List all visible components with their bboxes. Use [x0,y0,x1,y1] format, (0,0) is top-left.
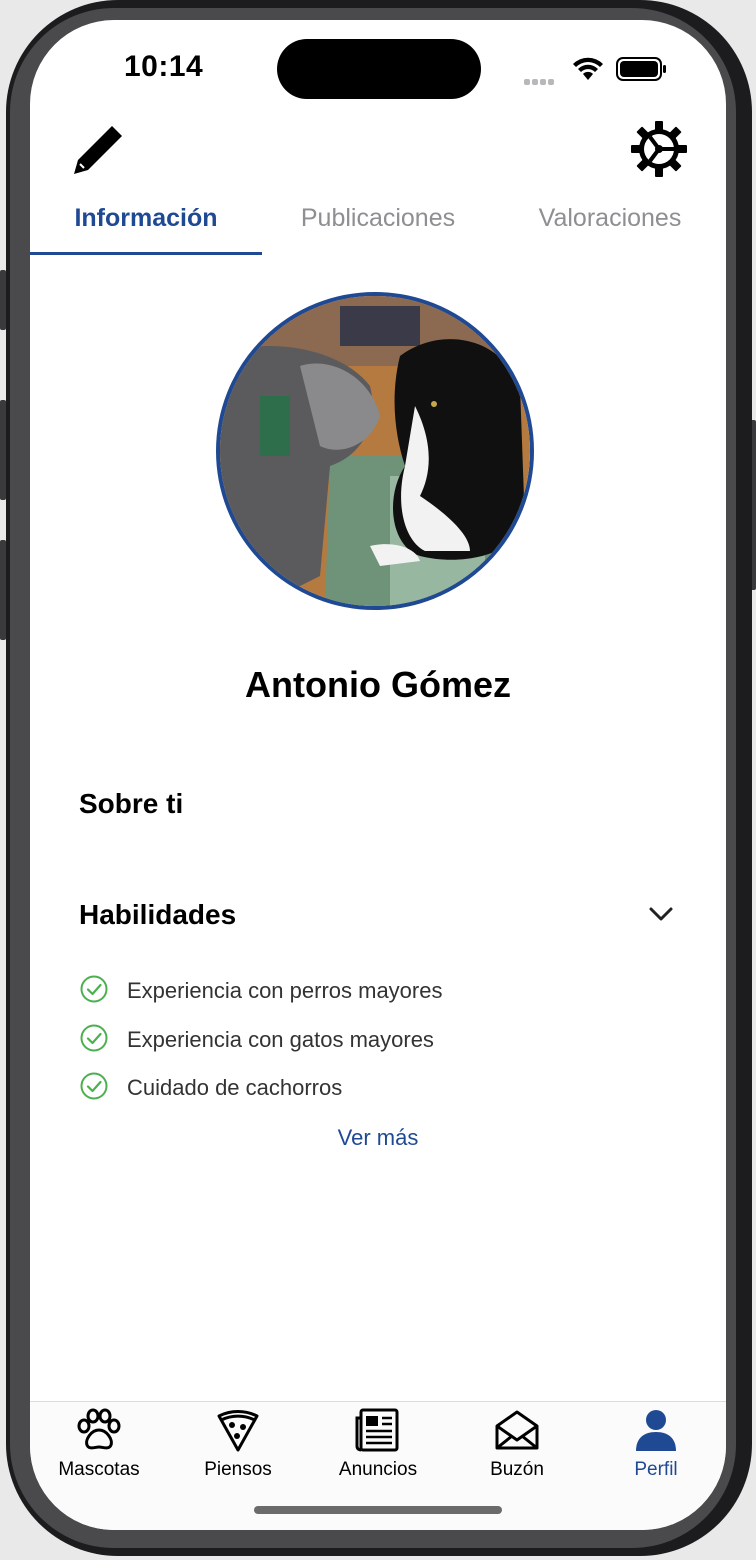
cellular-signal-icon [524,72,556,90]
tabbar-item-mascotas[interactable]: Mascotas [44,1408,154,1481]
tabbar-item-buzon[interactable]: Buzón [462,1408,572,1481]
check-circle-icon [80,1072,108,1100]
newspaper-icon [355,1408,399,1452]
tabbar-label: Perfil [634,1459,678,1480]
person-icon [636,1410,676,1451]
skill-label: Cuidado de cachorros [127,1075,343,1100]
status-icons [524,54,674,85]
ver-mas-link[interactable]: Ver más [30,1125,726,1151]
tabbar-label: Mascotas [58,1459,140,1480]
tab-informacion[interactable]: Información [30,198,262,248]
segment-tabs: Información Publicaciones Valoraciones [30,198,726,258]
tabbar-item-anuncios[interactable]: Anuncios [323,1408,433,1481]
tabbar-label: Anuncios [338,1459,418,1480]
check-circle-icon [80,975,108,1003]
skill-label: Experiencia con perros mayores [127,978,443,1003]
tabbar-item-piensos[interactable]: Piensos [183,1408,293,1481]
skill-label: Experiencia con gatos mayores [127,1027,434,1052]
home-indicator [254,1506,502,1514]
pencil-icon[interactable] [68,120,128,180]
check-circle-icon [80,1024,108,1052]
profile-name: Antonio Gómez [245,664,511,705]
skills-title: Habilidades [79,899,237,930]
gear-icon[interactable] [630,120,688,178]
tabbar-label: Buzón [490,1459,544,1480]
tabbar-item-perfil[interactable]: Perfil [601,1408,711,1481]
envelope-open-icon [495,1410,539,1450]
dynamic-island [277,39,481,99]
avatar-photo [220,296,530,606]
about-title: Sobre ti [79,788,184,819]
status-time: 10:14 [124,50,204,83]
screen: 10:14 Información Publicaciones Valoraci… [30,20,726,1530]
pizza-icon [217,1410,259,1452]
paw-icon [77,1408,121,1450]
tab-publicaciones[interactable]: Publicaciones [262,198,494,248]
tab-active-indicator [30,252,262,255]
wifi-icon [573,57,603,80]
avatar[interactable] [216,292,534,610]
tab-valoraciones[interactable]: Valoraciones [494,198,726,248]
chevron-down-icon[interactable] [647,904,675,924]
battery-icon [616,57,666,81]
tabbar-label: Piensos [204,1459,272,1480]
